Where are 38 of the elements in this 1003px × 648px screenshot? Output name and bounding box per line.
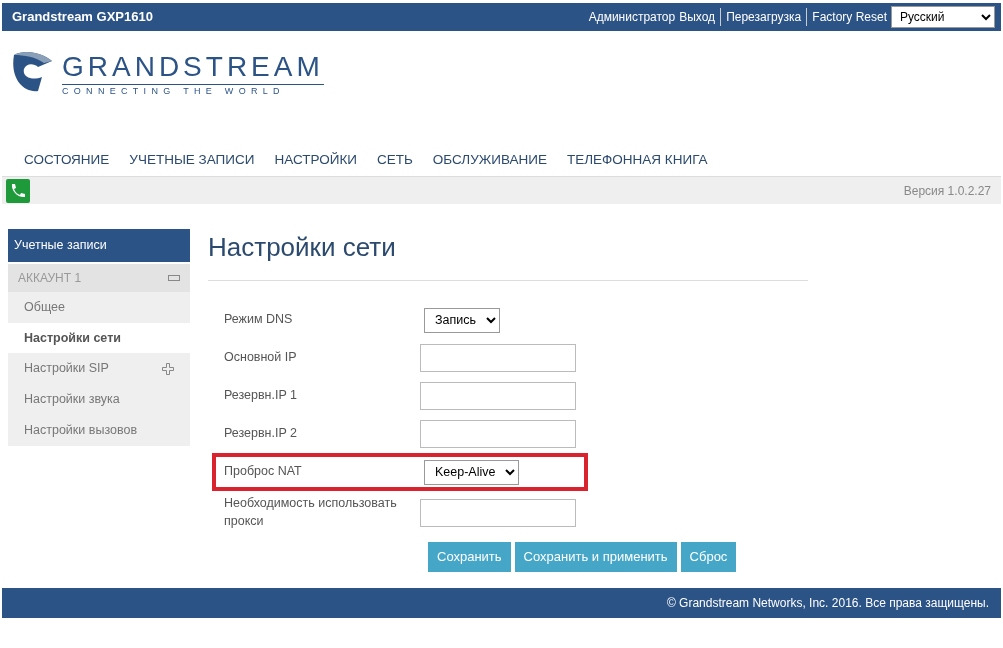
nav-link[interactable]: СЕТЬ [366,149,423,171]
nav-link[interactable]: УЧЕТНЫЕ ЗАПИСИ [119,149,265,171]
field-label: Резервн.IP 1 [224,387,298,405]
logo-swoosh-icon [12,49,54,93]
header-link[interactable]: Factory Reset [806,8,887,26]
field-label: Режим DNS [224,311,294,329]
select-field[interactable]: Запись [424,307,500,333]
sidebar-item[interactable]: Общее [8,291,190,323]
nav-link[interactable]: ТЕЛЕФОННАЯ КНИГА [556,149,718,171]
page-title: Настройки сети [208,232,808,282]
account-label: АККАУНТ 1 [18,269,82,287]
copyright-text: © Grandstream Networks, Inc. 2016. Все права защищены. [666,594,989,612]
input-field[interactable] [420,382,576,411]
nav-link[interactable]: НАСТРОЙКИ [264,149,367,171]
language-select[interactable]: Русский [891,6,995,28]
sidebar-item[interactable]: Настройки звука [8,384,190,415]
nav-link[interactable]: ОБСЛУЖИВАНИЕ [422,149,557,171]
user-name: Администратор [588,9,676,26]
select-field[interactable]: Keep-Alive [424,459,519,485]
expand-icon[interactable] [162,362,174,375]
input-field[interactable] [420,498,576,527]
field-label: Проброс NAT [224,463,303,481]
sidebar-item[interactable]: Настройки вызовов [8,414,190,446]
header-link[interactable]: Перезагрузка [720,8,802,26]
field-label: Основной IP [224,349,298,367]
input-field[interactable] [420,344,576,373]
field-label: Необходимость использовать прокси [224,495,398,530]
field-label: Резервн.IP 2 [224,425,298,443]
input-field[interactable] [420,420,576,449]
logo-wordmark: GRANDSTREAM [62,53,324,85]
device-title: Grandstream GXP1610 [12,8,153,27]
sidebar-title: Учетные записи [8,229,190,262]
version-label: Версия 1.0.2.27 [903,182,991,200]
logo-tagline: CONNECTING THE WORLD [62,85,286,98]
nav-link[interactable]: СОСТОЯНИЕ [14,149,120,171]
header-link[interactable]: Выход [679,8,716,26]
collapse-icon[interactable] [168,274,180,281]
phone-icon[interactable] [6,178,30,203]
